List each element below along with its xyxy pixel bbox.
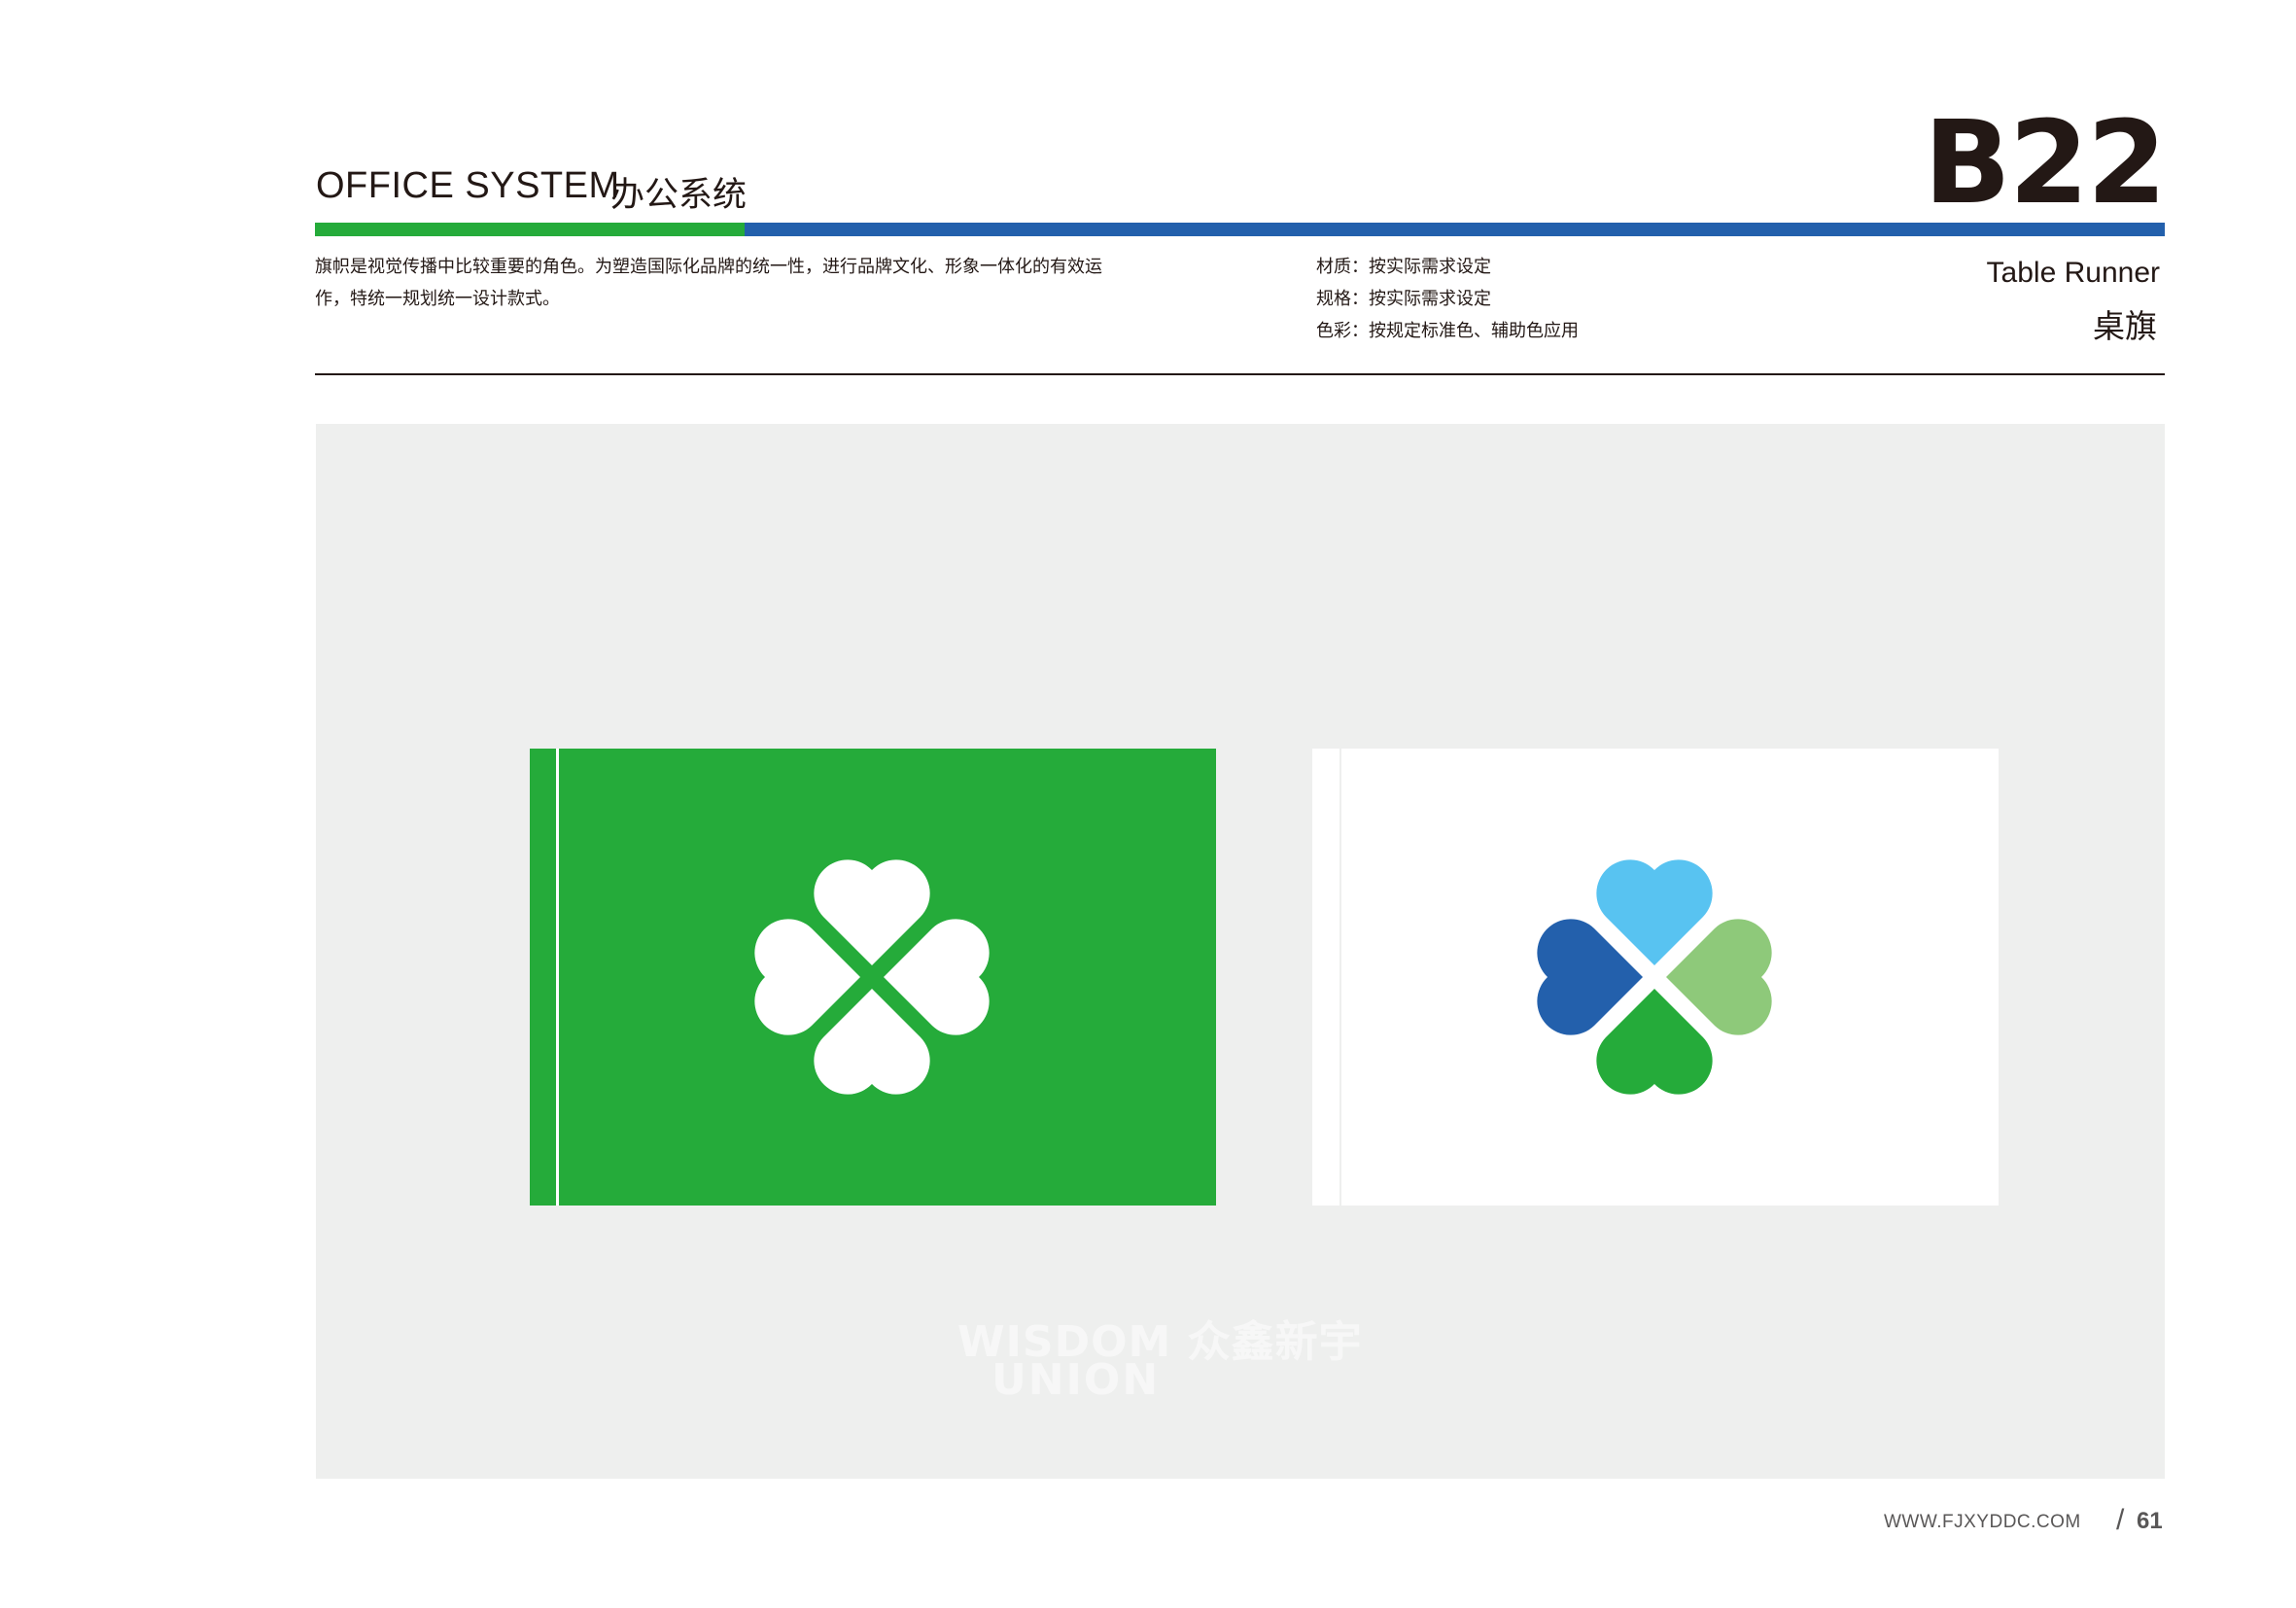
specs-block: 材质：按实际需求设定 规格：按实际需求设定 色彩：按规定标准色、辅助色应用 [1316, 251, 1579, 347]
display-panel: WISDOM 众鑫新宇 UNION [316, 424, 2165, 1479]
subtitle-cn: 桌旗 [2093, 307, 2157, 345]
subtitle-en: Table Runner [1986, 257, 2160, 289]
footer-url: WWW.FJXYDDC.COM [1884, 1512, 2081, 1532]
description-block: 旗帜是视觉传播中比较重要的角色。为塑造国际化品牌的统一性，进行品牌文化、形象一体… [315, 251, 1190, 315]
section-code: B22 [1923, 95, 2167, 229]
description-line: 旗帜是视觉传播中比较重要的角色。为塑造国际化品牌的统一性，进行品牌文化、形象一体… [315, 257, 1102, 277]
page-number: 61 [2137, 1508, 2163, 1534]
header-divider [315, 373, 2165, 375]
green-flag-graphic [530, 749, 1216, 1206]
header-bar-blue [745, 223, 2165, 236]
page-title-cn: 办公系统 [610, 176, 748, 215]
table-runner-green [530, 749, 1216, 1206]
table-runner-white [1312, 749, 1999, 1206]
spec-color: 色彩：按规定标准色、辅助色应用 [1316, 321, 1579, 341]
header-bar-green [315, 223, 745, 236]
watermark-line2: UNION [991, 1355, 1161, 1405]
footer-slash: / [2116, 1504, 2125, 1536]
watermark: WISDOM 众鑫新宇 UNION [957, 1307, 1541, 1423]
page-title-en: OFFICE SYSTEM [316, 165, 620, 206]
spec-material: 材质：按实际需求设定 [1316, 257, 1491, 277]
spec-size: 规格：按实际需求设定 [1316, 289, 1491, 309]
description-line: 作，特统一规划统一设计款式。 [315, 289, 560, 309]
white-flag-graphic [1312, 749, 1999, 1206]
